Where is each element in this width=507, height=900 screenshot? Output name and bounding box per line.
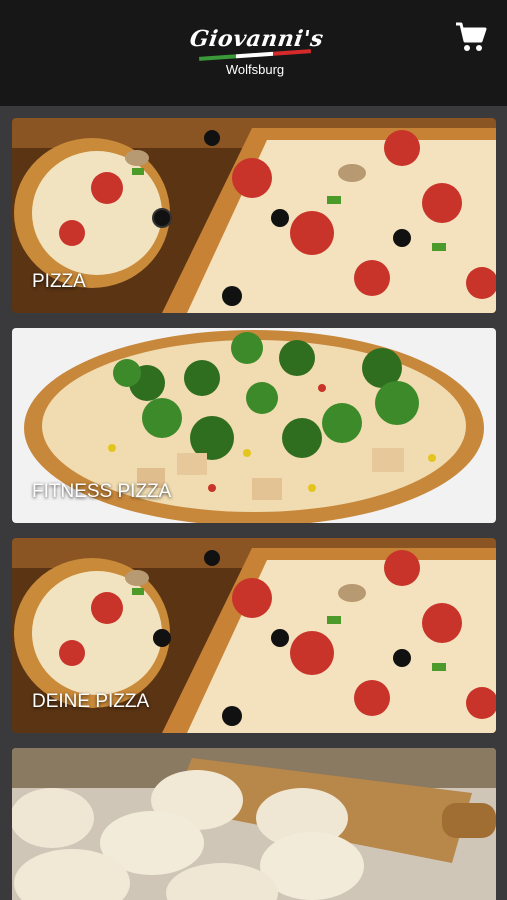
category-card-dough[interactable] [12, 748, 496, 900]
category-card-deine-pizza[interactable]: DEINE PIZZA [12, 538, 496, 733]
category-card-fitness-pizza[interactable]: FITNESS PIZZA [12, 328, 496, 523]
category-card-pizza[interactable]: PIZZA [12, 118, 496, 313]
brand-name: Giovanni's [188, 26, 326, 52]
category-label: FITNESS PIZZA [32, 481, 172, 502]
brand-city: Wolfsburg [225, 62, 285, 77]
category-label: PIZZA [32, 271, 86, 292]
brand-logo[interactable]: Giovanni's Wolfsburg [188, 22, 326, 84]
app-header: Giovanni's Wolfsburg [0, 0, 507, 106]
category-label: DEINE PIZZA [32, 691, 150, 712]
shopping-cart-icon[interactable] [454, 20, 488, 54]
pizza-dough-rolling-pin-image [12, 748, 496, 900]
